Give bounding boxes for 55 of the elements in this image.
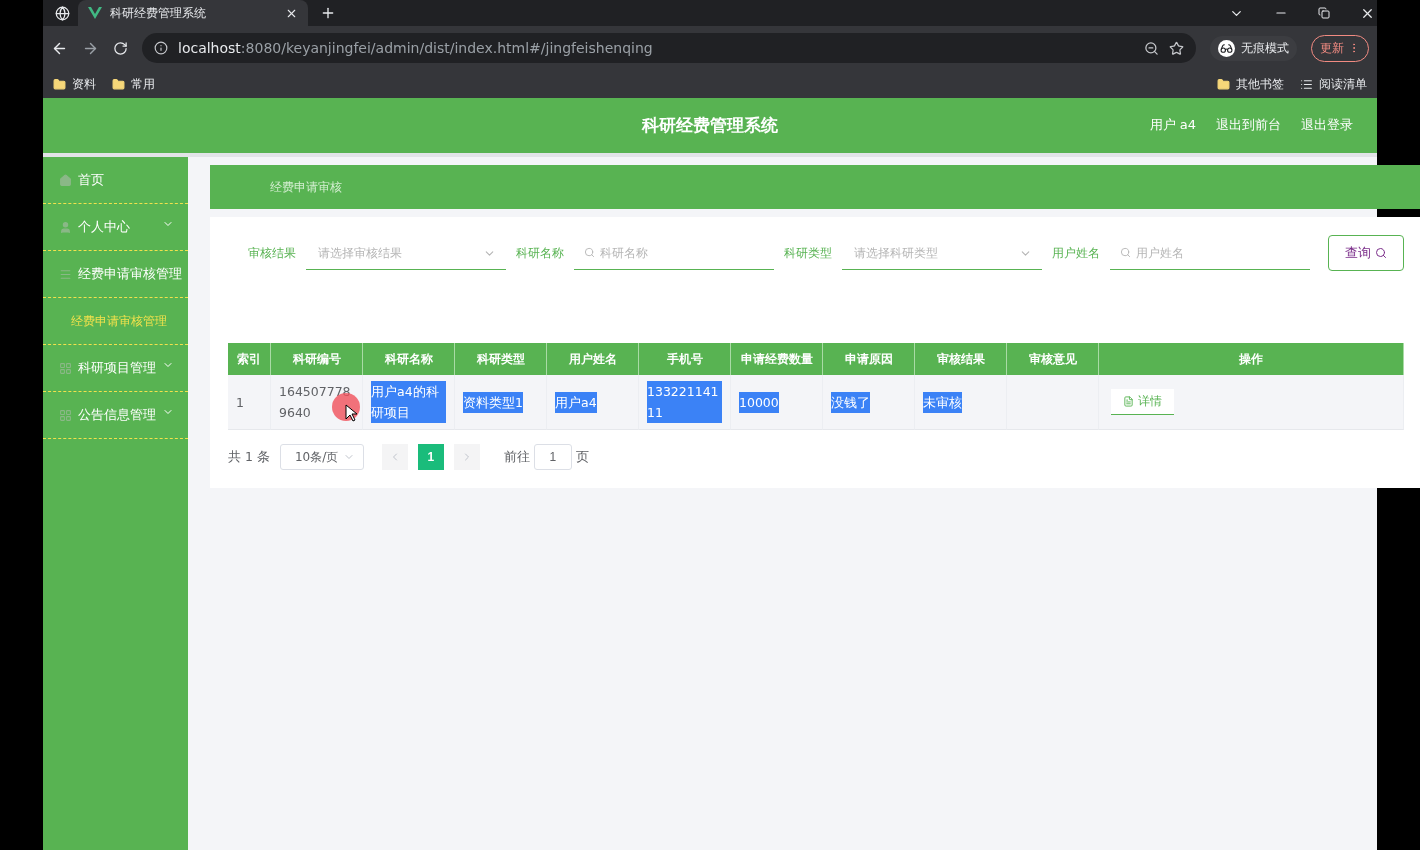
sidebar-item[interactable]: 公告信息管理: [43, 392, 188, 439]
sidebar-subitem[interactable]: 经费申请审核管理: [43, 298, 188, 345]
reading-list[interactable]: 阅读清单: [1300, 75, 1367, 93]
column-header: 审核意见: [1007, 343, 1099, 375]
sidebar-item[interactable]: 个人中心: [43, 204, 188, 251]
bookmark[interactable]: 资料: [53, 75, 96, 93]
header-link[interactable]: 退出到前台: [1216, 116, 1281, 134]
search-field[interactable]: 科研名称: [574, 236, 774, 270]
query-button[interactable]: 查询: [1328, 235, 1404, 271]
filter-label: 用户姓名: [1052, 244, 1100, 262]
column-header: 申请经费数量: [731, 343, 823, 375]
search-field[interactable]: 用户姓名: [1110, 236, 1310, 270]
url-text: localhost:8080/keyanjingfei/admin/dist/index.html#/jingfeishenqing: [178, 40, 654, 56]
table-cell: 用户a4: [547, 375, 639, 430]
select-field[interactable]: 请选择审核结果: [306, 236, 506, 270]
page-suffix: 页: [575, 448, 589, 466]
page-size-select[interactable]: 10条/页: [279, 444, 364, 470]
column-header: 手机号: [639, 343, 731, 375]
header-link[interactable]: 用户 a4: [1149, 116, 1196, 134]
filter-label: 科研类型: [784, 244, 832, 262]
sidebar-item[interactable]: 科研项目管理: [43, 345, 188, 392]
other-bookmarks[interactable]: 其他书签: [1217, 75, 1284, 93]
column-header: 科研名称: [363, 343, 455, 375]
page-button[interactable]: 1: [417, 444, 444, 470]
select-field[interactable]: 请选择科研类型: [842, 236, 1042, 270]
table-cell: 1: [228, 375, 271, 430]
column-header: 科研编号: [271, 343, 363, 375]
table-cell: 没钱了: [823, 375, 915, 430]
table-cell: 资料类型1: [455, 375, 547, 430]
table-cell: 10000: [731, 375, 823, 430]
breadcrumb[interactable]: 经费申请审核: [270, 178, 342, 196]
address-bar[interactable]: localhost:8080/keyanjingfei/admin/dist/index.html#/jingfeishenqing: [142, 33, 1196, 63]
incognito-badge[interactable]: 无痕模式: [1210, 35, 1297, 61]
filter-label: 科研名称: [516, 244, 564, 262]
column-header: 审核结果: [915, 343, 1007, 375]
browser-tab[interactable]: 科研经费管理系统: [78, 0, 308, 26]
table-cell: 未审核: [915, 375, 1007, 430]
detail-button[interactable]: 详情: [1111, 389, 1174, 415]
column-header: 用户姓名: [547, 343, 639, 375]
column-header: 科研类型: [455, 343, 547, 375]
column-header: 申请原因: [823, 343, 915, 375]
sidebar-item[interactable]: 首页: [43, 157, 188, 204]
goto-field[interactable]: 1: [533, 444, 572, 470]
table-cell: 用户a4的科研项目: [363, 375, 455, 430]
goto-label: 前往: [503, 448, 530, 466]
filter-label: 审核结果: [248, 244, 296, 262]
total-count: 共 1 条: [228, 448, 270, 466]
bookmark[interactable]: 常用: [112, 75, 155, 93]
table-cell: 1645077789640: [271, 375, 363, 430]
column-header: 索引: [228, 343, 271, 375]
table-cell: 13322114111: [639, 375, 731, 430]
header-link[interactable]: 退出登录: [1301, 116, 1353, 134]
sidebar-item[interactable]: 经费申请审核管理: [43, 251, 188, 298]
app-title: 科研经费管理系统: [642, 114, 778, 137]
column-header: 操作: [1099, 343, 1404, 375]
